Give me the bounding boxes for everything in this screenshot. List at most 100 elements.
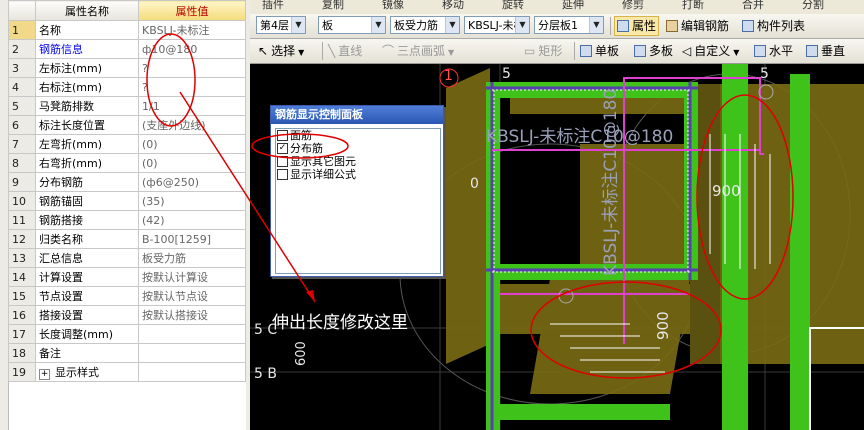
arc-label: 三点画弧	[397, 44, 446, 58]
single-slab-label: 单板	[595, 44, 620, 58]
rebar-display-item[interactable]: 显示详细公式	[276, 168, 440, 181]
property-value[interactable]: 按默认节点设	[138, 286, 246, 306]
row-number: 15	[8, 286, 36, 306]
property-row[interactable]: 1 名称 KBSLJ-未标注	[8, 20, 246, 40]
property-value[interactable]	[138, 324, 246, 344]
layer-select[interactable]: 分层板1 ▼	[534, 16, 604, 34]
name-select[interactable]: KBSLJ-未标 ▼	[464, 16, 530, 34]
edit-tool-button[interactable]: 复制	[322, 0, 344, 12]
property-value[interactable]: 板受力筋	[138, 248, 246, 268]
property-row[interactable]: 15 节点设置 按默认节点设	[8, 286, 246, 306]
rebar-display-item[interactable]: ✓ 分布筋	[276, 142, 440, 155]
property-row[interactable]: 11 钢筋搭接 (42)	[8, 210, 246, 230]
arc-button[interactable]: ⌒ 三点画弧 ▼	[382, 42, 454, 60]
property-row[interactable]: 16 搭接设置 按默认搭接设	[8, 305, 246, 325]
property-value[interactable]	[138, 343, 246, 363]
property-row[interactable]: 6 标注长度位置 (支座外边线)	[8, 115, 246, 135]
property-value[interactable]: 1/1	[138, 96, 246, 116]
property-name: 钢筋搭接	[35, 210, 139, 230]
type-select[interactable]: 板受力筋 ▼	[390, 16, 460, 34]
vertical-button[interactable]: 垂直	[806, 42, 845, 60]
property-row[interactable]: 12 归类名称 B-100[1259]	[8, 229, 246, 249]
expand-icon[interactable]: +	[39, 369, 50, 380]
component-list-button[interactable]: 构件列表	[742, 17, 805, 35]
property-value[interactable]: 按默认搭接设	[138, 305, 246, 325]
property-value[interactable]: 按默认计算设	[138, 267, 246, 287]
property-value[interactable]: ?	[138, 58, 246, 78]
property-row[interactable]: 10 钢筋锚固 (35)	[8, 191, 246, 211]
rebar-display-label: 显示其它图元	[290, 155, 356, 168]
edit-tool-button[interactable]: 合并	[742, 0, 764, 12]
property-row[interactable]: 19 + 显示样式	[8, 362, 246, 382]
property-row[interactable]: 14 计算设置 按默认计算设	[8, 267, 246, 287]
horizontal-button[interactable]: 水平	[754, 42, 793, 60]
toolbar-separator	[574, 42, 575, 60]
edit-tool-button[interactable]: 移动	[442, 0, 464, 12]
edit-tool-button[interactable]: 修剪	[622, 0, 644, 12]
edit-tool-button[interactable]: 延伸	[562, 0, 584, 12]
cursor-icon: ↖	[258, 44, 269, 58]
property-name-text: 右标注(mm)	[39, 81, 103, 94]
property-row[interactable]: 5 马凳筋排数 1/1	[8, 96, 246, 116]
property-value[interactable]: (ф6@250)	[138, 172, 246, 192]
horizontal-icon	[754, 45, 766, 57]
select-label: 选择	[271, 44, 296, 58]
edit-tool-button[interactable]: 分割	[802, 0, 824, 12]
custom-label: 自定义	[694, 44, 731, 58]
checkbox[interactable]: ✓	[277, 143, 288, 154]
property-name-text: 标注长度位置	[39, 119, 105, 132]
checkbox[interactable]	[277, 169, 288, 180]
property-name-text: 分布钢筋	[39, 176, 83, 189]
property-value[interactable]: (0)	[138, 134, 246, 154]
property-row[interactable]: 7 左弯折(mm) (0)	[8, 134, 246, 154]
property-name: 名称	[35, 20, 139, 40]
custom-button[interactable]: ◁ 自定义 ▼	[682, 42, 739, 60]
component-select[interactable]: 板 ▼	[318, 16, 386, 34]
property-value[interactable]: (42)	[138, 210, 246, 230]
property-name: 节点设置	[35, 286, 139, 306]
property-row[interactable]: 2 钢筋信息 ф10@180	[8, 39, 246, 59]
properties-button[interactable]: 属性	[614, 16, 660, 36]
rebar-display-item[interactable]: 显示其它图元	[276, 155, 440, 168]
property-value[interactable]: ?	[138, 77, 246, 97]
edit-rebar-button[interactable]: 编辑钢筋	[666, 17, 729, 35]
property-name-text: 钢筋信息	[39, 43, 83, 56]
header-value: 属性值	[138, 0, 246, 21]
property-row[interactable]: 17 长度调整(mm)	[8, 324, 246, 344]
checkbox[interactable]	[277, 130, 288, 141]
property-row[interactable]: 8 右弯折(mm) (0)	[8, 153, 246, 173]
property-row[interactable]: 3 左标注(mm)?	[8, 58, 246, 78]
property-value[interactable]: (支座外边线)	[138, 115, 246, 135]
chevron-down-icon: ▼	[371, 17, 385, 33]
edit-tool-button[interactable]: 旋转	[502, 0, 524, 12]
rect-button[interactable]: ▭ 矩形	[524, 42, 562, 60]
edit-tool-button[interactable]: 打断	[682, 0, 704, 12]
property-row[interactable]: 9 分布钢筋 (ф6@250)	[8, 172, 246, 192]
checkbox[interactable]	[277, 156, 288, 167]
row-number: 7	[8, 134, 36, 154]
floor-select[interactable]: 第4层 ▼	[256, 16, 306, 34]
row-number: 3	[8, 58, 36, 78]
multi-slab-button[interactable]: 多板	[634, 42, 673, 60]
single-slab-button[interactable]: 单板	[580, 42, 619, 60]
property-value[interactable]	[138, 362, 246, 382]
property-row[interactable]: 18 备注	[8, 343, 246, 363]
select-button[interactable]: ↖ 选择 ▼	[258, 42, 304, 60]
property-name-text: 右弯折(mm)	[39, 157, 103, 170]
property-name: 计算设置	[35, 267, 139, 287]
property-value[interactable]: ф10@180	[138, 39, 246, 59]
property-value[interactable]: B-100[1259]	[138, 229, 246, 249]
edit-tool-button[interactable]: 镜像	[382, 0, 404, 12]
property-row[interactable]: 4 右标注(mm)?	[8, 77, 246, 97]
property-value[interactable]: (35)	[138, 191, 246, 211]
property-value[interactable]: (0)	[138, 153, 246, 173]
rebar-display-label: 显示详细公式	[290, 168, 356, 181]
line-button[interactable]: ╲ 直线	[328, 42, 362, 60]
edit-tool-button[interactable]: 插件	[262, 0, 284, 12]
rebar-display-item[interactable]: 面筋	[276, 129, 440, 142]
property-name: 右标注(mm)	[35, 77, 139, 97]
property-value[interactable]: KBSLJ-未标注	[138, 20, 246, 40]
property-name: 左弯折(mm)	[35, 134, 139, 154]
rebar-label: KBSLJ-未标注C10@180	[486, 127, 674, 147]
property-row[interactable]: 13 汇总信息 板受力筋	[8, 248, 246, 268]
